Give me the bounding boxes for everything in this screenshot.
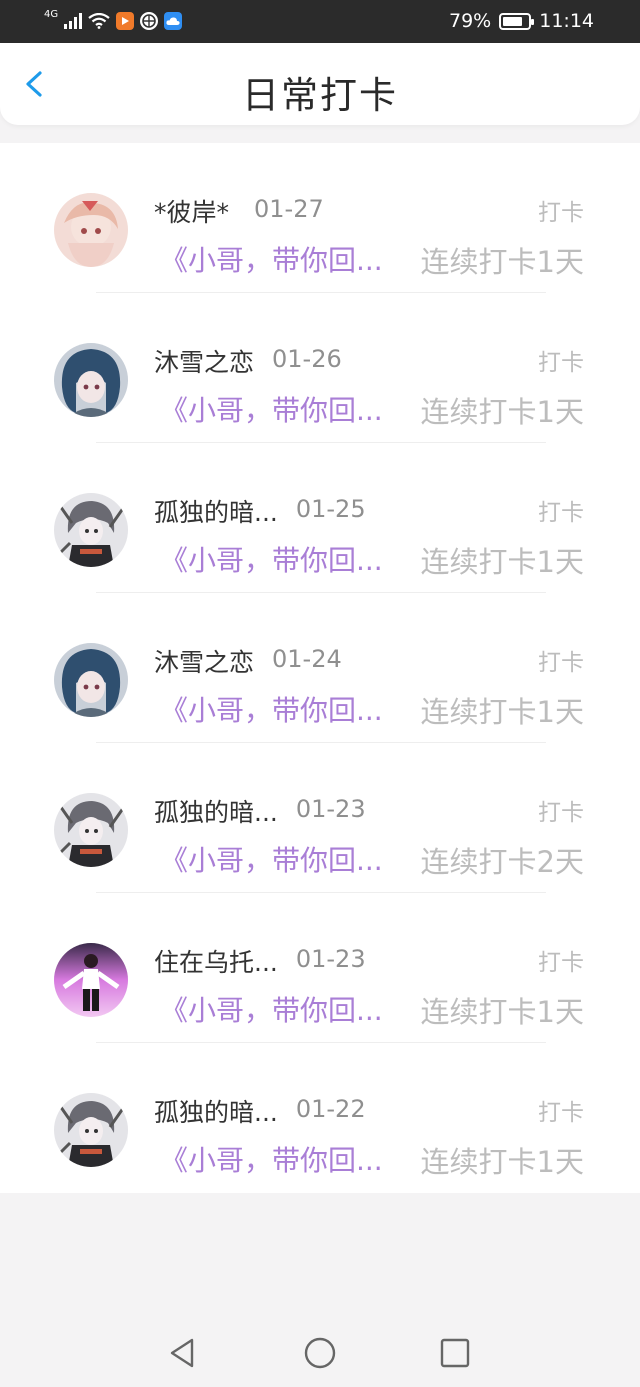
streak-text: 连续打卡1天 [420, 995, 584, 1029]
wifi-icon [88, 13, 110, 29]
checkin-row[interactable]: 沐雪之恋 01-26 打卡《小哥，带你回... 连续打卡1天 [0, 293, 640, 443]
checkin-date: 01-25 [295, 495, 366, 523]
checkin-row[interactable]: 孤独的暗... 01-23 打卡《小哥，带你回... 连续打卡2天 [0, 743, 640, 893]
user-name[interactable]: 孤独的暗... [154, 493, 278, 529]
video-app-icon [116, 12, 135, 30]
circle-home-icon [304, 1337, 336, 1369]
user-name[interactable]: 孤独的暗... [154, 793, 278, 829]
browser-app-icon [140, 12, 159, 30]
checkin-row[interactable]: 沐雪之恋 01-24 打卡《小哥，带你回... 连续打卡1天 [0, 593, 640, 743]
avatar[interactable] [54, 943, 128, 1017]
checkin-date: 01-23 [295, 945, 366, 973]
checkin-date: 01-23 [295, 795, 366, 823]
checkin-label: 打卡 [538, 1100, 584, 1126]
nav-back-button[interactable] [166, 1336, 200, 1370]
book-title-link[interactable]: 《小哥，带你回... [160, 389, 383, 429]
battery-icon [499, 12, 535, 30]
book-title-link[interactable]: 《小哥，带你回... [160, 989, 383, 1029]
streak-text: 连续打卡1天 [420, 245, 584, 279]
cloud-app-icon [164, 12, 183, 30]
avatar[interactable] [54, 793, 128, 867]
book-title-link[interactable]: 《小哥，带你回... [160, 689, 383, 729]
checkin-list: *彼岸* 01-27 打卡 《小哥，带你回... 连续打卡1天 沐雪之恋 01-26 打卡 《小… [0, 143, 640, 1193]
status-left: 4G [44, 9, 183, 32]
checkin-label: 打卡 [538, 500, 584, 526]
avatar[interactable] [54, 1093, 128, 1167]
checkin-date: 01-24 [272, 645, 342, 673]
square-recents-icon [440, 1338, 470, 1368]
checkin-label: 打卡 [538, 650, 584, 676]
checkin-date: 01-27 [254, 195, 324, 223]
user-name[interactable]: 住在乌托... [154, 943, 278, 979]
signal-icon [64, 13, 83, 29]
avatar[interactable] [54, 493, 128, 567]
avatar[interactable] [54, 343, 128, 417]
book-title-link[interactable]: 《小哥，带你回... [160, 1139, 383, 1179]
battery-fill [503, 16, 523, 26]
battery-percent: 79% [449, 10, 492, 32]
checkin-row[interactable]: *彼岸* 01-27 打卡《小哥，带你回... 连续打卡1天 [0, 143, 640, 293]
book-title-link[interactable]: 《小哥，带你回... [160, 839, 383, 879]
streak-text: 连续打卡1天 [420, 695, 584, 729]
avatar[interactable] [54, 643, 128, 717]
status-right: 79% 11:14 [449, 9, 594, 33]
checkin-row[interactable]: 孤独的暗... 01-25 打卡《小哥，带你回... 连续打卡1天 [0, 443, 640, 593]
checkin-label: 打卡 [538, 200, 584, 226]
checkin-label: 打卡 [538, 950, 584, 976]
checkin-date: 01-22 [295, 1095, 366, 1123]
user-name[interactable]: *彼岸* [154, 193, 229, 229]
streak-text: 连续打卡1天 [420, 545, 584, 579]
checkin-row[interactable]: 孤独的暗... 01-22 打卡《小哥，带你回... 连续打卡1天 [0, 1043, 640, 1193]
checkin-label: 打卡 [538, 800, 584, 826]
checkin-date: 01-26 [272, 345, 342, 373]
user-name[interactable]: 沐雪之恋 [154, 643, 254, 679]
header-bar: 日常打卡 [0, 43, 640, 125]
status-bar: 4G 79% 11:14 [0, 0, 640, 43]
user-name[interactable]: 孤独的暗... [154, 1093, 278, 1129]
network-type: 4G [44, 9, 59, 20]
nav-home-button[interactable] [303, 1336, 337, 1370]
nav-recents-button[interactable] [438, 1336, 472, 1370]
avatar[interactable] [54, 193, 128, 267]
system-nav-bar [0, 1318, 640, 1387]
checkin-label: 打卡 [538, 350, 584, 376]
user-name[interactable]: 沐雪之恋 [154, 343, 254, 379]
clock: 11:14 [539, 10, 594, 32]
triangle-back-icon [170, 1338, 194, 1368]
streak-text: 连续打卡1天 [420, 1145, 584, 1179]
checkin-row[interactable]: 住在乌托... 01-23 打卡《小哥，带你回... 连续打卡1天 [0, 893, 640, 1043]
streak-text: 连续打卡1天 [420, 395, 584, 429]
book-title-link[interactable]: 《小哥，带你回... [160, 239, 383, 279]
book-title-link[interactable]: 《小哥，带你回... [160, 539, 383, 579]
page-title: 日常打卡 [242, 74, 398, 117]
streak-text: 连续打卡2天 [420, 845, 584, 879]
